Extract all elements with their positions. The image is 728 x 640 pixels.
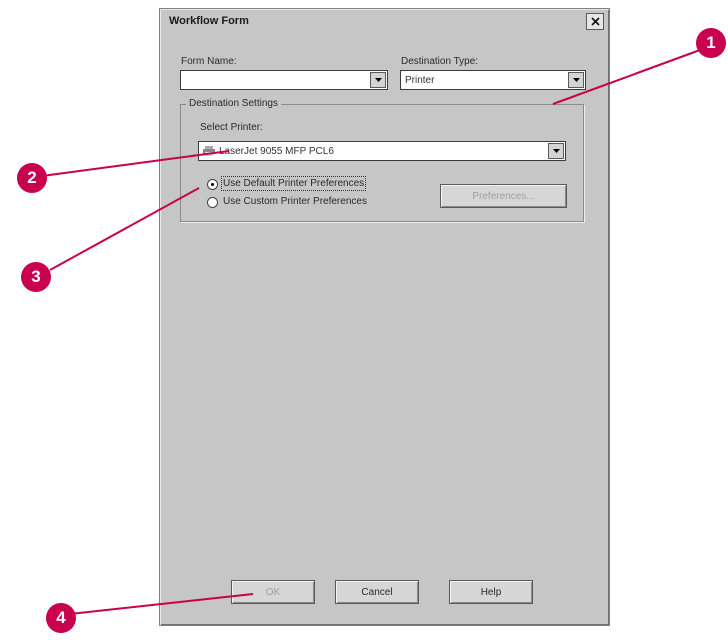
callout-line-4 — [69, 593, 254, 615]
callout-3: 3 — [21, 262, 51, 292]
callout-1: 1 — [696, 28, 726, 58]
callout-lines — [41, 49, 701, 615]
callout-2: 2 — [17, 163, 47, 193]
callout-4: 4 — [46, 603, 76, 633]
callout-line-2 — [41, 150, 230, 177]
callout-line-1 — [552, 49, 701, 105]
callout-line-3 — [49, 187, 200, 271]
